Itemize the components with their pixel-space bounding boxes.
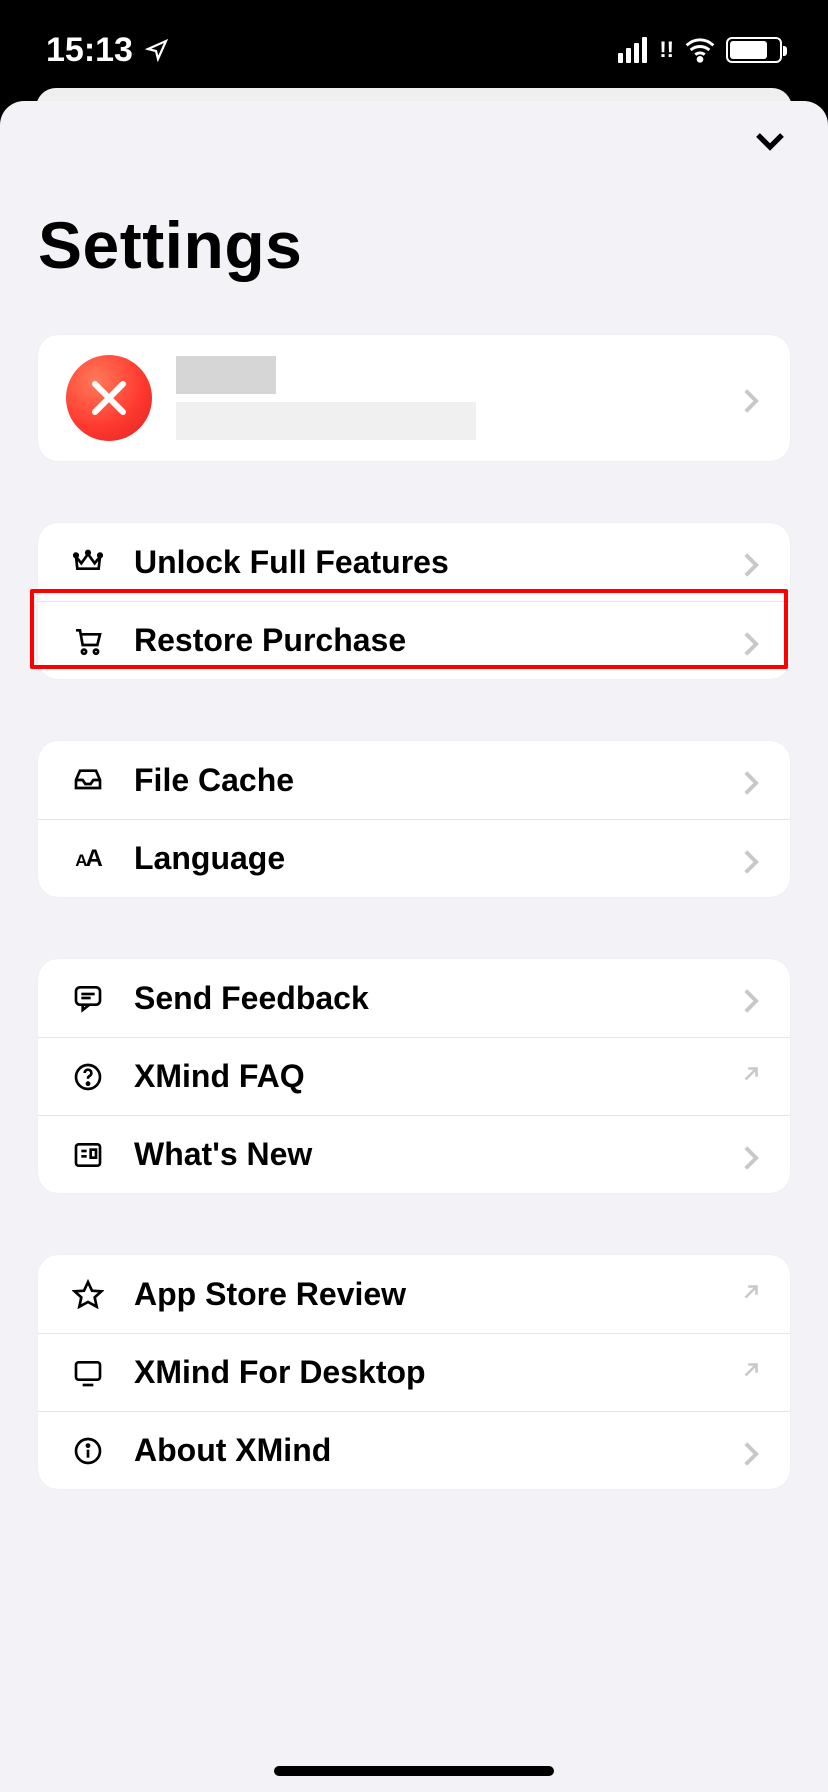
location-arrow-icon xyxy=(145,38,169,62)
purchase-section: Unlock Full Features Restore Purchase xyxy=(38,523,790,679)
unlock-full-features-row[interactable]: Unlock Full Features xyxy=(38,523,790,601)
row-label: App Store Review xyxy=(134,1276,740,1313)
monitor-icon xyxy=(66,1357,110,1389)
chevron-right-icon xyxy=(742,388,762,408)
external-link-icon xyxy=(740,1063,762,1090)
chevron-right-icon xyxy=(742,1145,762,1165)
inbox-icon xyxy=(66,764,110,796)
dismiss-button[interactable] xyxy=(746,117,794,165)
battery-icon xyxy=(726,37,782,63)
restore-purchase-row[interactable]: Restore Purchase xyxy=(38,601,790,679)
crown-icon xyxy=(66,546,110,578)
clock: 15:13 xyxy=(46,31,133,70)
cellular-signal-icon xyxy=(618,37,647,63)
row-label: Language xyxy=(134,840,742,877)
language-row[interactable]: AA Language xyxy=(38,819,790,897)
chevron-down-icon xyxy=(752,123,788,159)
question-circle-icon xyxy=(66,1061,110,1093)
chevron-right-icon xyxy=(742,770,762,790)
about-section: App Store Review XMind For Desktop About… xyxy=(38,1255,790,1489)
row-label: Unlock Full Features xyxy=(134,544,742,581)
settings-sheet: Settings Unlock Full Features Restore Pu… xyxy=(0,101,828,1792)
preferences-section: File Cache AA Language xyxy=(38,741,790,897)
chevron-right-icon xyxy=(742,849,762,869)
status-bar: 15:13 !! xyxy=(0,0,828,100)
xmind-for-desktop-row[interactable]: XMind For Desktop xyxy=(38,1333,790,1411)
speech-bubble-icon xyxy=(66,982,110,1014)
row-label: XMind For Desktop xyxy=(134,1354,740,1391)
account-info-redacted xyxy=(176,356,476,440)
app-logo-icon xyxy=(66,355,152,441)
external-link-icon xyxy=(740,1359,762,1386)
cart-icon xyxy=(66,625,110,657)
news-icon xyxy=(66,1139,110,1171)
page-title: Settings xyxy=(38,207,828,283)
text-size-icon: AA xyxy=(66,845,110,873)
signal-exclaim-icon: !! xyxy=(659,37,674,63)
send-feedback-row[interactable]: Send Feedback xyxy=(38,959,790,1037)
home-indicator[interactable] xyxy=(274,1766,554,1776)
app-store-review-row[interactable]: App Store Review xyxy=(38,1255,790,1333)
row-label: Restore Purchase xyxy=(134,622,742,659)
external-link-icon xyxy=(740,1281,762,1308)
row-label: Send Feedback xyxy=(134,980,742,1017)
chevron-right-icon xyxy=(742,552,762,572)
chevron-right-icon xyxy=(742,988,762,1008)
status-right: !! xyxy=(618,34,782,66)
row-label: What's New xyxy=(134,1136,742,1173)
status-left: 15:13 xyxy=(46,31,169,70)
row-label: XMind FAQ xyxy=(134,1058,740,1095)
star-icon xyxy=(66,1278,110,1310)
xmind-faq-row[interactable]: XMind FAQ xyxy=(38,1037,790,1115)
file-cache-row[interactable]: File Cache xyxy=(38,741,790,819)
whats-new-row[interactable]: What's New xyxy=(38,1115,790,1193)
wifi-icon xyxy=(684,34,716,66)
row-label: File Cache xyxy=(134,762,742,799)
row-label: About XMind xyxy=(134,1432,742,1469)
chevron-right-icon xyxy=(742,1441,762,1461)
help-section: Send Feedback XMind FAQ What's New xyxy=(38,959,790,1193)
account-row[interactable] xyxy=(38,335,790,461)
info-circle-icon xyxy=(66,1435,110,1467)
about-xmind-row[interactable]: About XMind xyxy=(38,1411,790,1489)
chevron-right-icon xyxy=(742,631,762,651)
